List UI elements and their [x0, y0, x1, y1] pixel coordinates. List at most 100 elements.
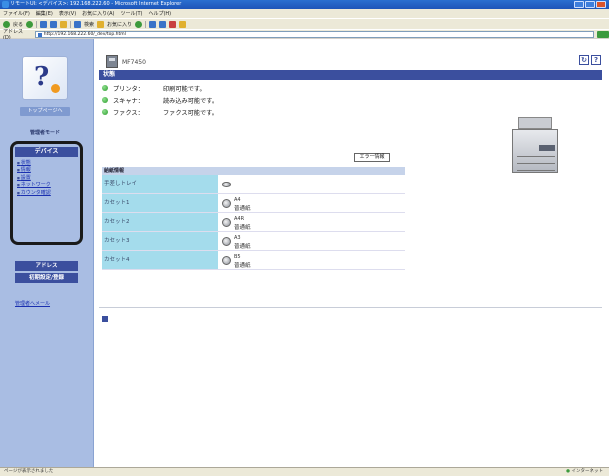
window-titlebar: リモートUI: <デバイス>: 192.168.222.60 - Microso… [0, 0, 609, 9]
table-row: カセット1 A4 普通紙 [102, 194, 405, 213]
tray-label: カセット2 [102, 213, 218, 231]
toolbar-separator [36, 20, 38, 28]
remote-ui-logo: ? [22, 56, 68, 100]
menu-favorites[interactable]: お気に入り(A) [82, 10, 114, 17]
tray-label: カセット1 [102, 194, 218, 212]
copier-panel [539, 145, 555, 151]
toolbar-separator [70, 20, 72, 28]
tray-paper-type: 普通紙 [234, 244, 251, 250]
status-ok-icon [102, 97, 108, 103]
tray-paper-type: 普通紙 [234, 225, 251, 231]
refresh-icon[interactable] [50, 20, 58, 28]
tray-paper-size: B5 [234, 254, 241, 260]
maximize-button[interactable] [585, 1, 595, 8]
tray-label: カセット4 [102, 251, 218, 269]
page-top-icon[interactable] [102, 316, 108, 322]
manual-tray-icon [222, 182, 231, 187]
menu-edit[interactable]: 編集(E) [36, 10, 53, 17]
toolbar-separator [145, 20, 147, 28]
favorites-icon[interactable] [97, 20, 105, 28]
tray-paper-size: A3 [234, 235, 241, 241]
tray-label: カセット3 [102, 232, 218, 250]
sidebar-item-setup[interactable]: 設置 [17, 175, 79, 182]
status-value: 印刷可能です。 [163, 85, 206, 93]
tray-paper-type: 普通紙 [234, 263, 251, 269]
copier-drawer [517, 170, 555, 171]
paper-cassette-icon [222, 218, 231, 227]
manager-mail-link[interactable]: 管理者へメール [15, 300, 50, 307]
copier-scanner-part [518, 117, 552, 129]
menu-tools[interactable]: ツール(T) [121, 10, 143, 17]
search-icon[interactable] [74, 20, 82, 28]
device-heading[interactable]: デバイス [15, 147, 78, 157]
back-label[interactable]: 戻る [13, 21, 23, 28]
settings-button[interactable]: 初期設定/登録 [15, 273, 78, 283]
tray-paper-size: A4 [234, 197, 241, 203]
address-button[interactable]: アドレス [15, 261, 78, 271]
device-links: 状態 情報 設置 ネットワーク カウンタ確認 [17, 160, 79, 197]
table-row: カセット3 A3 普通紙 [102, 232, 405, 251]
help-icon[interactable]: ? [591, 55, 601, 65]
logo-dot-icon [51, 84, 60, 93]
portal-button[interactable]: トップページへ [20, 107, 70, 116]
error-info-button[interactable]: エラー情報 [354, 153, 390, 162]
status-value: 読み込み可能です。 [163, 97, 219, 105]
forward-icon[interactable] [26, 20, 34, 28]
paper-cassette-icon [222, 237, 231, 246]
device-name: MF7450 [122, 59, 146, 66]
address-bar: アドレス(D) http://192.168.222.60/_dev/top.h… [0, 29, 609, 41]
sidebar-item-info[interactable]: 情報 [17, 167, 79, 174]
address-input[interactable]: http://192.168.222.60/_dev/top.html [34, 30, 595, 38]
copier-drawer [517, 156, 555, 157]
status-row-scanner: スキャナ： 読み込み可能です。 [102, 95, 218, 105]
status-label: プリンタ： [113, 85, 144, 93]
window-controls [574, 1, 606, 8]
minimize-button[interactable] [574, 1, 584, 8]
menu-view[interactable]: 表示(V) [59, 10, 76, 17]
status-ok-icon [102, 85, 108, 91]
printer-icon [106, 55, 118, 68]
mail-icon[interactable] [149, 20, 157, 28]
mode-label: 管理者モード [29, 130, 60, 136]
sidebar-item-counter[interactable]: カウンタ確認 [17, 190, 79, 197]
back-icon[interactable] [3, 20, 10, 28]
status-heading: 状態 [99, 70, 602, 80]
menu-help[interactable]: ヘルプ(H) [148, 10, 171, 17]
menubar: ファイル(F) 編集(E) 表示(V) お気に入り(A) ツール(T) ヘルプ(… [0, 9, 609, 18]
favorites-label[interactable]: お気に入り [107, 21, 132, 28]
divider [99, 307, 602, 308]
refresh-page-icon[interactable]: ↻ [579, 55, 589, 65]
status-row-printer: プリンタ： 印刷可能です。 [102, 83, 206, 93]
table-row: カセット2 A4R 普通紙 [102, 213, 405, 232]
paper-cassette-icon [222, 199, 231, 208]
print-icon[interactable] [159, 20, 167, 28]
table-row: 手差しトレイ [102, 175, 405, 194]
copier-drawer [517, 163, 555, 164]
close-button[interactable] [596, 1, 606, 8]
left-nav: ? トップページへ 管理者モード デバイス 状態 情報 設置 ネットワーク カウ… [0, 39, 94, 467]
search-label[interactable]: 検索 [84, 21, 94, 28]
menu-file[interactable]: ファイル(F) [3, 10, 30, 17]
tray-paper-type: 普通紙 [234, 206, 251, 212]
ie-app-icon [2, 1, 9, 8]
go-button[interactable] [597, 30, 609, 38]
folder-icon[interactable] [179, 20, 187, 28]
logo-glyph-icon: ? [34, 62, 50, 92]
status-label: スキャナ： [113, 97, 144, 105]
paper-cassette-icon [222, 256, 231, 265]
page-viewport: ? トップページへ 管理者モード デバイス 状態 情報 設置 ネットワーク カウ… [0, 39, 609, 467]
status-row-fax: ファクス： ファクス可能です。 [102, 107, 218, 117]
status-value: ファクス可能です。 [163, 109, 218, 117]
home-icon[interactable] [60, 20, 68, 28]
stop-icon[interactable] [40, 20, 48, 28]
paper-info-heading: 給紙情報 [102, 167, 405, 175]
edit-icon[interactable] [169, 20, 177, 28]
media-icon[interactable] [135, 20, 143, 28]
sidebar-item-network[interactable]: ネットワーク [17, 182, 79, 189]
window-title: リモートUI: <デバイス>: 192.168.222.60 - Microso… [10, 1, 182, 7]
main-content: MF7450 ↻ ? 状態 プリンタ： 印刷可能です。 スキャナ： 読み込み可能… [94, 39, 609, 467]
table-row: カセット4 B5 普通紙 [102, 251, 405, 270]
status-label: ファクス： [113, 109, 144, 117]
internet-zone: インターネット [566, 468, 604, 476]
tray-paper-size: A4R [234, 216, 245, 222]
